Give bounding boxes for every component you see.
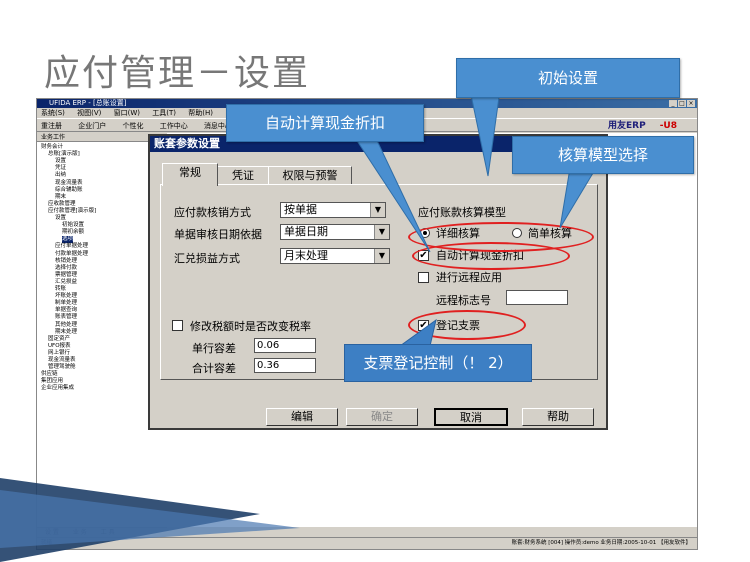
callout-auto-discount: 自动计算现金折扣 <box>226 104 424 142</box>
callout-check-control: 支票登记控制（！ 2） <box>344 344 532 382</box>
tab-general[interactable]: 常规 <box>162 163 218 186</box>
callout-model-select: 核算模型选择 <box>512 136 694 174</box>
callout-initial-setup: 初始设置 <box>456 58 680 98</box>
